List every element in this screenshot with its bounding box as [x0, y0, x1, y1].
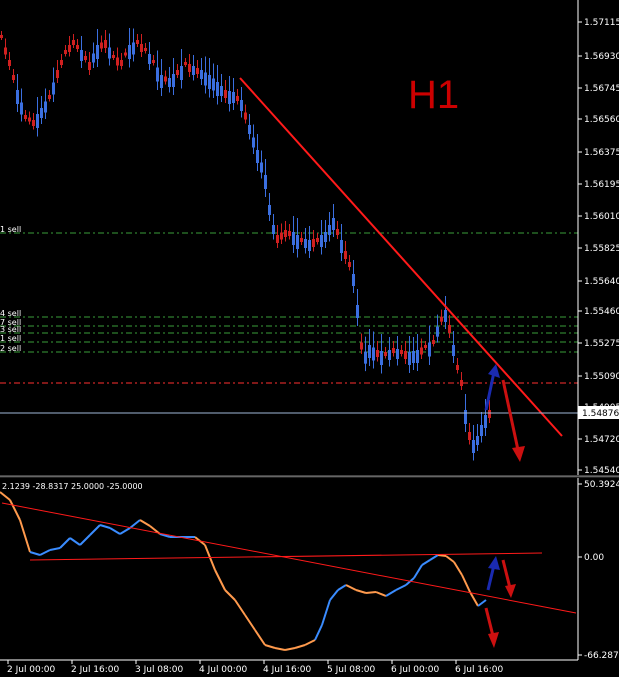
- sell-level-label: 3 sell: [0, 325, 21, 334]
- price-tick-label: 1.56560: [584, 115, 619, 125]
- sell-level-label: 1 sell: [0, 225, 21, 234]
- sell-level-label: 4 sell: [0, 309, 21, 318]
- osc-tick-label: 50.3924: [584, 480, 619, 490]
- price-tick-label: 1.55460: [584, 307, 619, 317]
- time-tick-label: 6 Jul 16:00: [455, 665, 504, 675]
- price-tick-label: 1.54720: [584, 435, 619, 445]
- price-tick-label: 1.56195: [584, 180, 619, 190]
- price-tick-label: 1.55640: [584, 277, 619, 287]
- time-tick-label: 3 Jul 08:00: [135, 665, 184, 675]
- osc-tick-label: -66.2875: [584, 651, 619, 661]
- sell-level-label: 2 sell: [0, 344, 21, 353]
- price-tick-label: 1.56010: [584, 212, 619, 222]
- price-tick-label: 1.54540: [584, 466, 619, 476]
- osc-tick-label: 0.00: [584, 553, 604, 563]
- time-tick-label: 2 Jul 00:00: [7, 665, 56, 675]
- mt4-chart[interactable]: 1 sell4 sell7 sell3 sell1 sell2 sell H1 …: [0, 0, 619, 677]
- price-tick-label: 1.56745: [584, 84, 619, 94]
- sell-level-label: 1 sell: [0, 334, 21, 343]
- price-tick-label: 1.55825: [584, 244, 619, 254]
- time-tick-label: 4 Jul 00:00: [199, 665, 248, 675]
- time-tick-label: 6 Jul 00:00: [391, 665, 440, 675]
- price-tick-label: 1.57115: [584, 18, 619, 28]
- current-price-label: 1.54876: [582, 409, 619, 419]
- time-tick-label: 5 Jul 08:00: [327, 665, 376, 675]
- price-tick-label: 1.56930: [584, 52, 619, 62]
- price-tick-label: 1.55275: [584, 339, 619, 349]
- timeframe-label: H1: [408, 73, 459, 117]
- time-tick-label: 2 Jul 16:00: [71, 665, 120, 675]
- time-tick-label: 4 Jul 16:00: [263, 665, 312, 675]
- price-tick-label: 1.56375: [584, 148, 619, 158]
- price-tick-label: 1.55090: [584, 372, 619, 382]
- indicator-header: 2.1239 -28.8317 25.0000 -25.0000: [2, 482, 143, 491]
- current-price-marker: 1.54876: [578, 406, 619, 419]
- chart-background: [0, 0, 619, 677]
